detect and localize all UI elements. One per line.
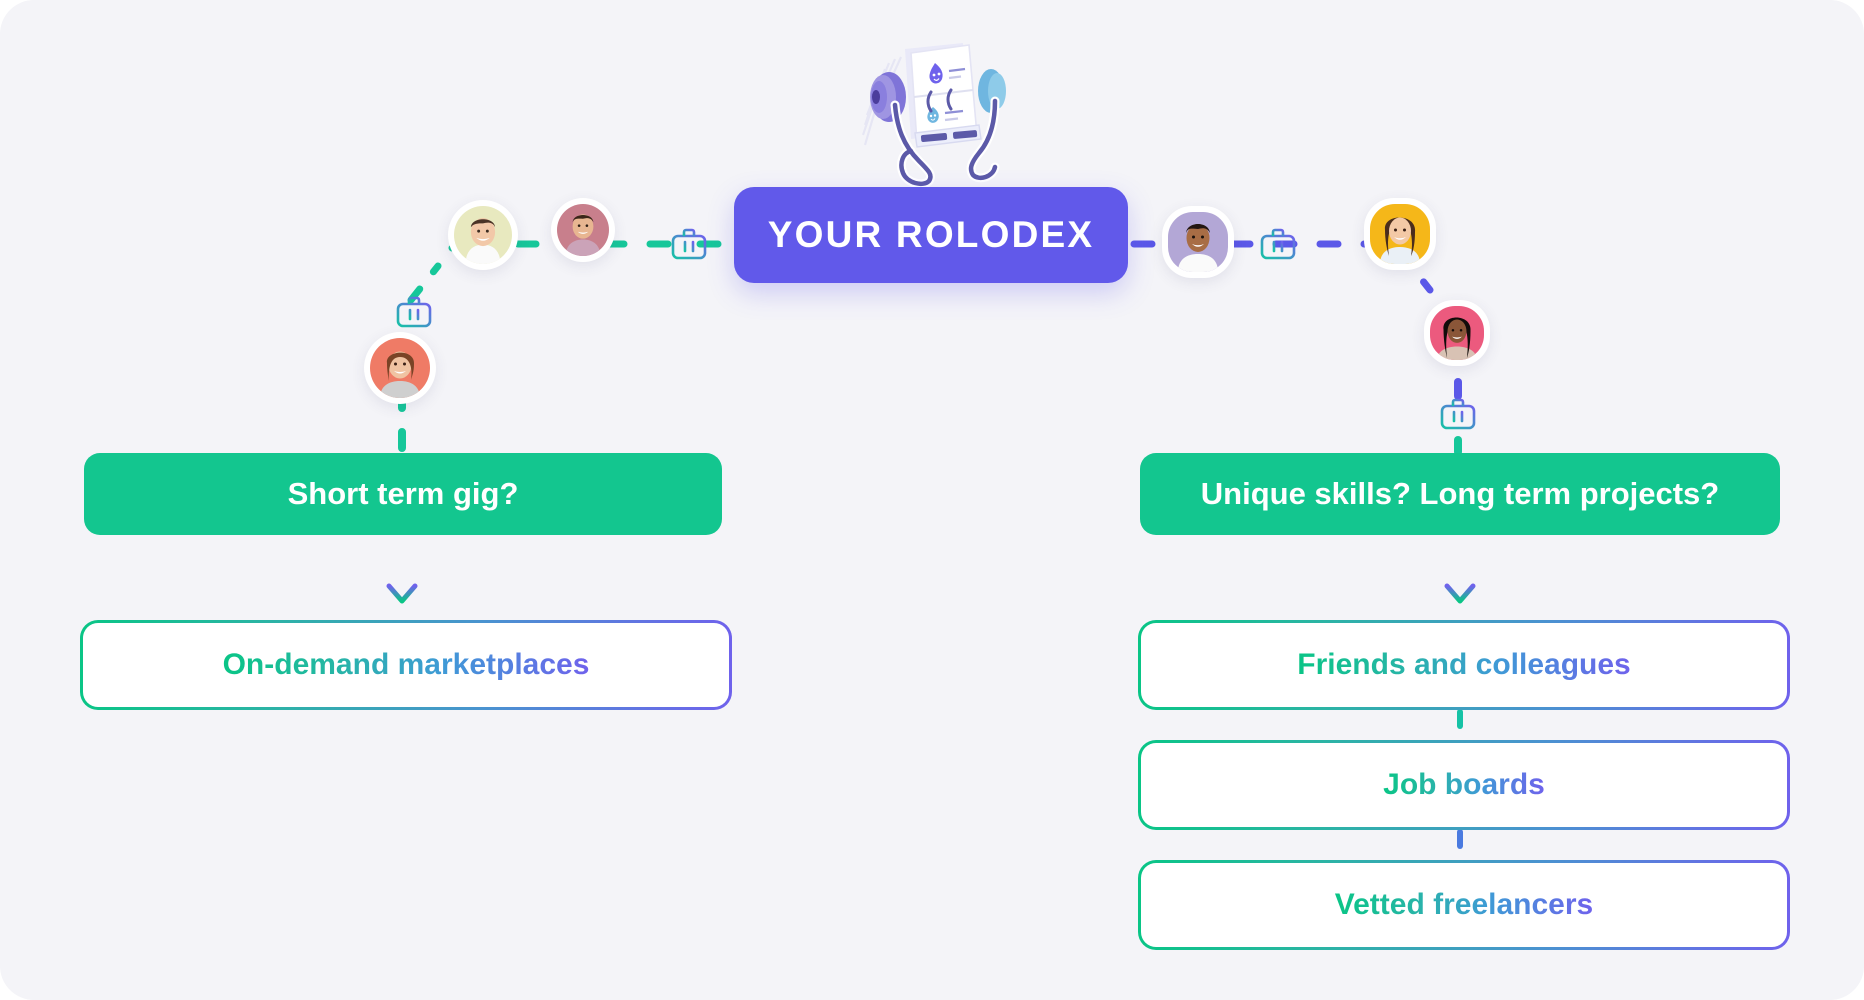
avatar-face xyxy=(1437,317,1477,360)
flow-diagram-canvas: YOUR ROLODEX Short term gig? On-demand m… xyxy=(0,0,1864,1000)
arrow-right xyxy=(1444,552,1476,604)
avatar-face xyxy=(565,214,601,256)
option-box-job-boards[interactable]: Job boards xyxy=(1138,740,1790,830)
question-box-right-label: Unique skills? Long term projects? xyxy=(1200,476,1720,511)
avatar-left-3[interactable] xyxy=(364,332,436,404)
your-rolodex-node[interactable]: YOUR ROLODEX xyxy=(734,187,1128,283)
briefcase-icon-left-2 xyxy=(671,228,707,260)
option-box-friends-and-colleagues-label: Friends and colleagues xyxy=(1297,648,1631,681)
option-box-on-demand-marketplaces[interactable]: On-demand marketplaces xyxy=(80,620,732,710)
option-box-vetted-freelancers-label: Vetted freelancers xyxy=(1334,888,1594,921)
briefcase-icon-right-2 xyxy=(1440,398,1476,430)
avatar-face xyxy=(1380,217,1420,264)
question-box-left-label: Short term gig? xyxy=(287,476,519,511)
briefcase-icon-left-1 xyxy=(396,296,432,328)
arrow-left xyxy=(386,552,418,604)
avatar-face xyxy=(1178,224,1218,272)
avatar-right-2[interactable] xyxy=(1364,198,1436,270)
briefcase-icon-right-1 xyxy=(1260,228,1296,260)
avatar-left-1[interactable] xyxy=(448,200,518,270)
your-rolodex-label: YOUR ROLODEX xyxy=(767,214,1095,255)
avatar-left-2[interactable] xyxy=(551,198,615,262)
rolodex-illustration xyxy=(861,43,1006,189)
option-box-job-boards-label: Job boards xyxy=(1383,768,1545,801)
avatar-right-1[interactable] xyxy=(1162,206,1234,278)
question-box-right[interactable]: Unique skills? Long term projects? xyxy=(1140,453,1780,535)
question-box-left[interactable]: Short term gig? xyxy=(84,453,722,535)
avatar-right-3[interactable] xyxy=(1424,300,1490,366)
option-box-vetted-freelancers[interactable]: Vetted freelancers xyxy=(1138,860,1790,950)
option-box-on-demand-marketplaces-label: On-demand marketplaces xyxy=(222,648,590,681)
option-box-friends-and-colleagues[interactable]: Friends and colleagues xyxy=(1138,620,1790,710)
avatar-face xyxy=(380,351,420,398)
avatar-face xyxy=(465,218,501,264)
